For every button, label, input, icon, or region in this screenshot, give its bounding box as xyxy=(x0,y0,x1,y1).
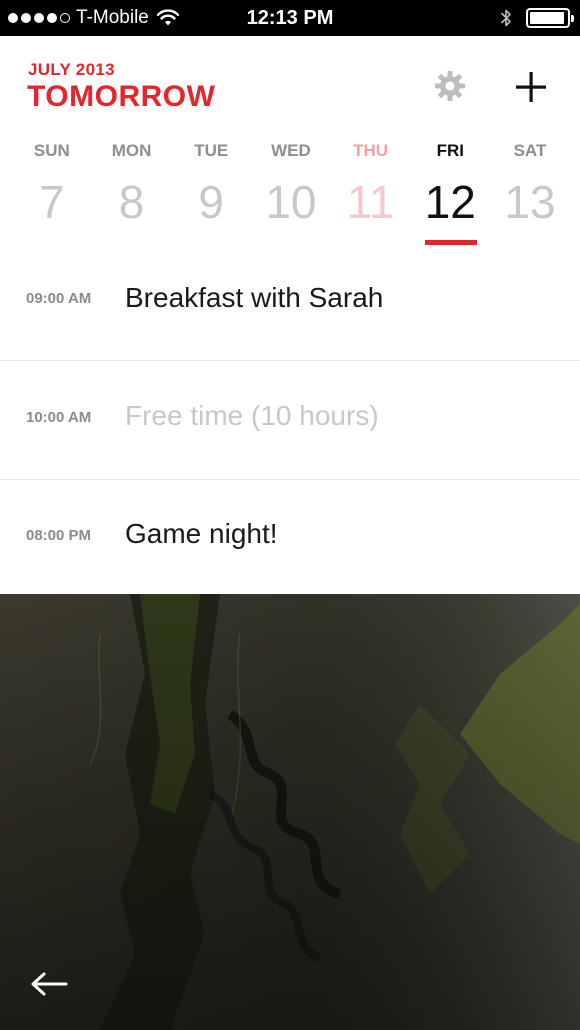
event-row[interactable]: 08:00 PM Game night! xyxy=(0,480,580,599)
event-list: 09:00 AM Breakfast with Sarah 10:00 AM F… xyxy=(0,242,580,599)
day-thu[interactable]: THU 11 xyxy=(331,138,411,250)
day-number: 10 xyxy=(265,176,317,228)
day-of-week: SAT xyxy=(513,141,547,160)
gear-icon[interactable] xyxy=(434,70,466,102)
day-sun[interactable]: SUN 7 xyxy=(12,138,92,250)
day-number: 8 xyxy=(118,176,145,228)
day-number: 9 xyxy=(198,176,225,228)
page-title: TOMORROW xyxy=(27,80,216,113)
day-tue[interactable]: TUE 9 xyxy=(171,138,251,250)
event-title: Breakfast with Sarah xyxy=(125,282,384,313)
plus-icon[interactable] xyxy=(514,70,548,104)
arrow-left-icon[interactable] xyxy=(30,970,68,998)
battery-icon xyxy=(526,8,574,28)
month-label: JULY 2013 xyxy=(28,60,115,79)
day-of-week: FRI xyxy=(436,141,464,160)
day-mon[interactable]: MON 8 xyxy=(92,138,172,250)
day-sat[interactable]: SAT 13 xyxy=(490,138,570,250)
event-time: 10:00 AM xyxy=(26,409,92,426)
event-time: 09:00 AM xyxy=(26,290,92,307)
day-fri[interactable]: FRI 12 xyxy=(410,138,490,250)
day-number: 13 xyxy=(504,176,556,228)
background-photo xyxy=(0,594,580,1030)
day-number: 12 xyxy=(424,176,476,228)
event-title: Free time (10 hours) xyxy=(125,400,379,431)
week-strip: SUN 7 MON 8 TUE 9 WED 10 THU 11 FRI 12 S… xyxy=(12,138,570,250)
day-wed[interactable]: WED 10 xyxy=(251,138,331,250)
status-right xyxy=(500,6,574,30)
calendar-panel: JULY 2013 TOMORROW SUN 7 MON 8 TUE 9 WED… xyxy=(0,36,580,594)
day-of-week: MON xyxy=(111,141,152,160)
day-of-week: THU xyxy=(353,141,389,160)
day-number: 11 xyxy=(346,176,395,228)
status-time: 12:13 PM xyxy=(246,7,334,29)
bluetooth-icon xyxy=(500,9,511,27)
battery-fill xyxy=(530,12,565,24)
event-row[interactable]: 09:00 AM Breakfast with Sarah xyxy=(0,242,580,361)
day-of-week: WED xyxy=(271,141,311,160)
status-bar: T-Mobile 12:13 PM xyxy=(0,0,580,36)
free-time-row[interactable]: 10:00 AM Free time (10 hours) xyxy=(0,361,580,480)
event-time: 08:00 PM xyxy=(26,527,92,544)
day-of-week: TUE xyxy=(194,141,229,160)
battery-nub xyxy=(571,15,574,22)
day-of-week: SUN xyxy=(33,141,70,160)
reed-reflection-image xyxy=(0,594,580,1030)
day-number: 7 xyxy=(39,176,65,228)
event-title: Game night! xyxy=(125,518,278,549)
